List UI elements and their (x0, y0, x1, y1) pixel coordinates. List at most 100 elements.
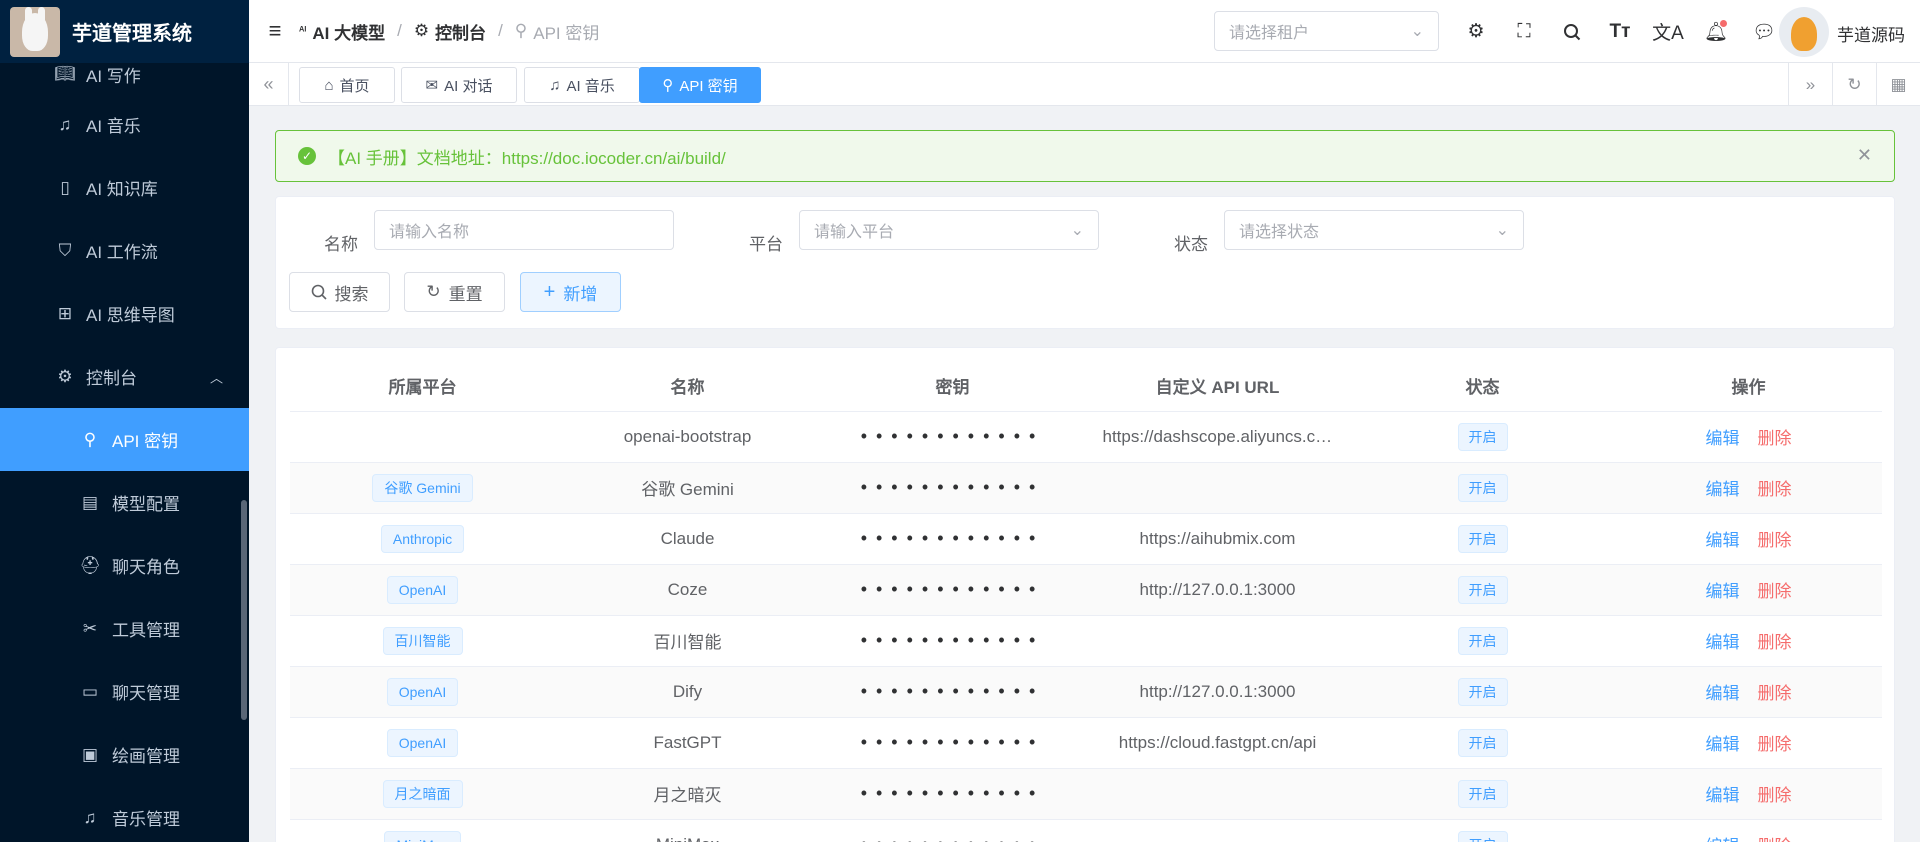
tab-api-key[interactable]: ⚲ API 密钥 (639, 67, 761, 103)
edit-button[interactable]: 编辑 (1706, 735, 1740, 754)
actions-cell: 编辑删除 (1615, 615, 1882, 667)
edit-button[interactable]: 编辑 (1706, 837, 1740, 842)
refresh-icon[interactable]: ↻ (1832, 63, 1876, 106)
table-row: OpenAI FastGPT •••••••••••• https://cloud.f… (290, 717, 1882, 769)
edit-button[interactable]: 编辑 (1706, 684, 1740, 703)
username[interactable]: 芋道源码 (1837, 21, 1905, 46)
platform-tag: OpenAI (386, 728, 459, 757)
name-cell: FastGPT (555, 717, 820, 769)
name-input[interactable]: 请输入名称 (374, 210, 674, 250)
bell-icon[interactable]: 🔔︎ (1692, 12, 1740, 52)
tab-ai-music[interactable]: ♫ AI 音乐 (524, 67, 640, 103)
hamburger-icon[interactable]: ≡ (251, 18, 299, 44)
scroll-right-icon[interactable]: » (1788, 63, 1832, 106)
grid-icon[interactable]: ▦ (1876, 63, 1920, 106)
settings-icon[interactable]: ⚙ (1452, 12, 1500, 52)
url-text: http://127.0.0.1:3000 (1139, 579, 1296, 599)
sidebar-item-label: AI 音乐 (86, 117, 141, 136)
sidebar-item-6[interactable]: ⚲ API 密钥 (0, 408, 249, 471)
sidebar-item-9[interactable]: ✂ 工具管理 (0, 597, 249, 660)
breadcrumb-item-console[interactable]: ⚙ 控制台 (414, 19, 486, 44)
sidebar-item-8[interactable]: ⛑ 聊天角色 (0, 534, 249, 597)
sidebar-item-12[interactable]: ♫ 音乐管理 (0, 786, 249, 842)
sidebar-item-2[interactable]: ▯ AI 知识库 (0, 156, 249, 219)
edit-button[interactable]: 编辑 (1706, 429, 1740, 448)
platform-tag: MiniMax (384, 830, 461, 842)
sidebar-item-label: AI 思维导图 (86, 306, 175, 325)
tenant-select[interactable]: 请选择租户 ⌄ (1214, 11, 1439, 51)
url-text: https://dashscope.aliyuncs.com/compatibl… (1102, 426, 1333, 446)
add-button[interactable]: + 新增 (520, 272, 621, 312)
tab-home[interactable]: ⌂ 首页 (299, 67, 395, 103)
secret-mask: •••••••••••• (860, 477, 1045, 497)
secret-mask: •••••••••••• (860, 630, 1045, 650)
delete-button[interactable]: 删除 (1758, 786, 1792, 805)
search-button[interactable]: 搜索 (289, 272, 390, 312)
delete-button[interactable]: 删除 (1758, 684, 1792, 703)
column-header-url: 自定义 API URL (1085, 360, 1350, 412)
status-cell: 开启 (1350, 768, 1615, 820)
edit-button[interactable]: 编辑 (1706, 786, 1740, 805)
logo[interactable]: 芋道管理系统 (0, 0, 249, 63)
plus-icon: + (543, 280, 556, 303)
delete-button[interactable]: 删除 (1758, 480, 1792, 499)
platform-cell: Anthropic (290, 513, 555, 565)
translate-icon[interactable]: 文A (1644, 12, 1692, 52)
delete-button[interactable]: 删除 (1758, 429, 1792, 448)
edit-button[interactable]: 编辑 (1706, 633, 1740, 652)
sidebar-item-7[interactable]: ▤ 模型配置 (0, 471, 249, 534)
fullscreen-icon[interactable]: ⛶ (1500, 12, 1548, 52)
avatar[interactable] (1779, 7, 1829, 57)
platform-cell: MiniMax (290, 819, 555, 842)
font-size-icon[interactable]: Tт (1596, 12, 1644, 52)
sidebar-item-10[interactable]: ▭ 聊天管理 (0, 660, 249, 723)
platform-select[interactable]: 请输入平台 ⌄ (799, 210, 1099, 250)
delete-button[interactable]: 删除 (1758, 633, 1792, 652)
delete-button[interactable]: 删除 (1758, 837, 1792, 842)
delete-button[interactable]: 删除 (1758, 531, 1792, 550)
reset-button[interactable]: ↻ 重置 (404, 272, 505, 312)
breadcrumb-item-ai[interactable]: ᴬᴵ AI 大模型 (299, 19, 385, 44)
name-cell: Coze (555, 564, 820, 616)
status-badge: 开启 (1457, 575, 1508, 604)
table-row: 百川智能 百川智能 •••••••••••• 开启 编辑 删除 (290, 615, 1882, 667)
alert-text[interactable]: 【AI 手册】文档地址：https://doc.iocoder.cn/ai/bu… (328, 144, 726, 169)
tab-ai-chat[interactable]: ✉ AI 对话 (401, 67, 517, 103)
close-icon[interactable]: ✕ (1857, 145, 1872, 166)
sidebar-scrollbar[interactable] (241, 500, 247, 720)
sidebar-item-label: 聊天角色 (112, 558, 180, 577)
sidebar-item-4[interactable]: ⊞ AI 思维导图 (0, 282, 249, 345)
sidebar-item-11[interactable]: ▣ 绘画管理 (0, 723, 249, 786)
secret-cell: •••••••••••• (820, 411, 1085, 463)
ai-icon: ᴬᴵ (299, 25, 307, 37)
sidebar-item-3[interactable]: ⛉ AI 工作流 (0, 219, 249, 282)
sidebar-item-5[interactable]: ⚙ 控制台 ︿ (0, 345, 249, 408)
home-icon: ⌂ (324, 76, 334, 94)
search-icon[interactable] (1548, 12, 1596, 52)
actions-cell: 编辑删除 (1615, 768, 1882, 820)
delete-button[interactable]: 删除 (1758, 582, 1792, 601)
delete-button[interactable]: 删除 (1758, 735, 1792, 754)
edit-button[interactable]: 编辑 (1706, 480, 1740, 499)
sidebar-item-label: 绘画管理 (112, 747, 180, 766)
tags-view: « ⌂ 首页 ✉ AI 对话 ♫ AI 音乐 ⚲ API 密钥 » ↻ ▦ (249, 63, 1920, 106)
search-form: 名称 请输入名称 平台 请输入平台 ⌄ 状态 请选择状态 ⌄ 搜索 ↻ 重置 + 新… (275, 196, 1895, 329)
status-select[interactable]: 请选择状态 ⌄ (1224, 210, 1524, 250)
actions-cell: 编辑删除 (1615, 411, 1882, 463)
url-cell (1085, 462, 1350, 514)
chevron-down-icon: ⌄ (1410, 23, 1424, 40)
url-cell (1085, 615, 1350, 667)
scroll-left-icon[interactable]: « (249, 63, 289, 106)
edit-button[interactable]: 编辑 (1706, 582, 1740, 601)
secret-mask: •••••••••••• (860, 732, 1045, 752)
secret-mask: •••••••••••• (861, 834, 1045, 842)
sidebar-item-0[interactable]: 📖︎ AI 写作 (0, 55, 249, 93)
sidebar-item-1[interactable]: ♫ AI 音乐 (0, 93, 249, 156)
edit-button[interactable]: 编辑 (1706, 531, 1740, 550)
sidebar-item-label: 聊天管理 (112, 684, 180, 703)
table-header-row: 所属平台 名称 密钥 自定义 API URL 状态 操作 (290, 360, 1882, 412)
platform-cell: OpenAI (290, 564, 555, 616)
status-badge: 开启 (1457, 422, 1508, 451)
table-row: MiniMax MiniMax •••••••••••• 开启编辑 删除 (290, 819, 1882, 842)
column-header-secret: 密钥 (820, 360, 1085, 412)
